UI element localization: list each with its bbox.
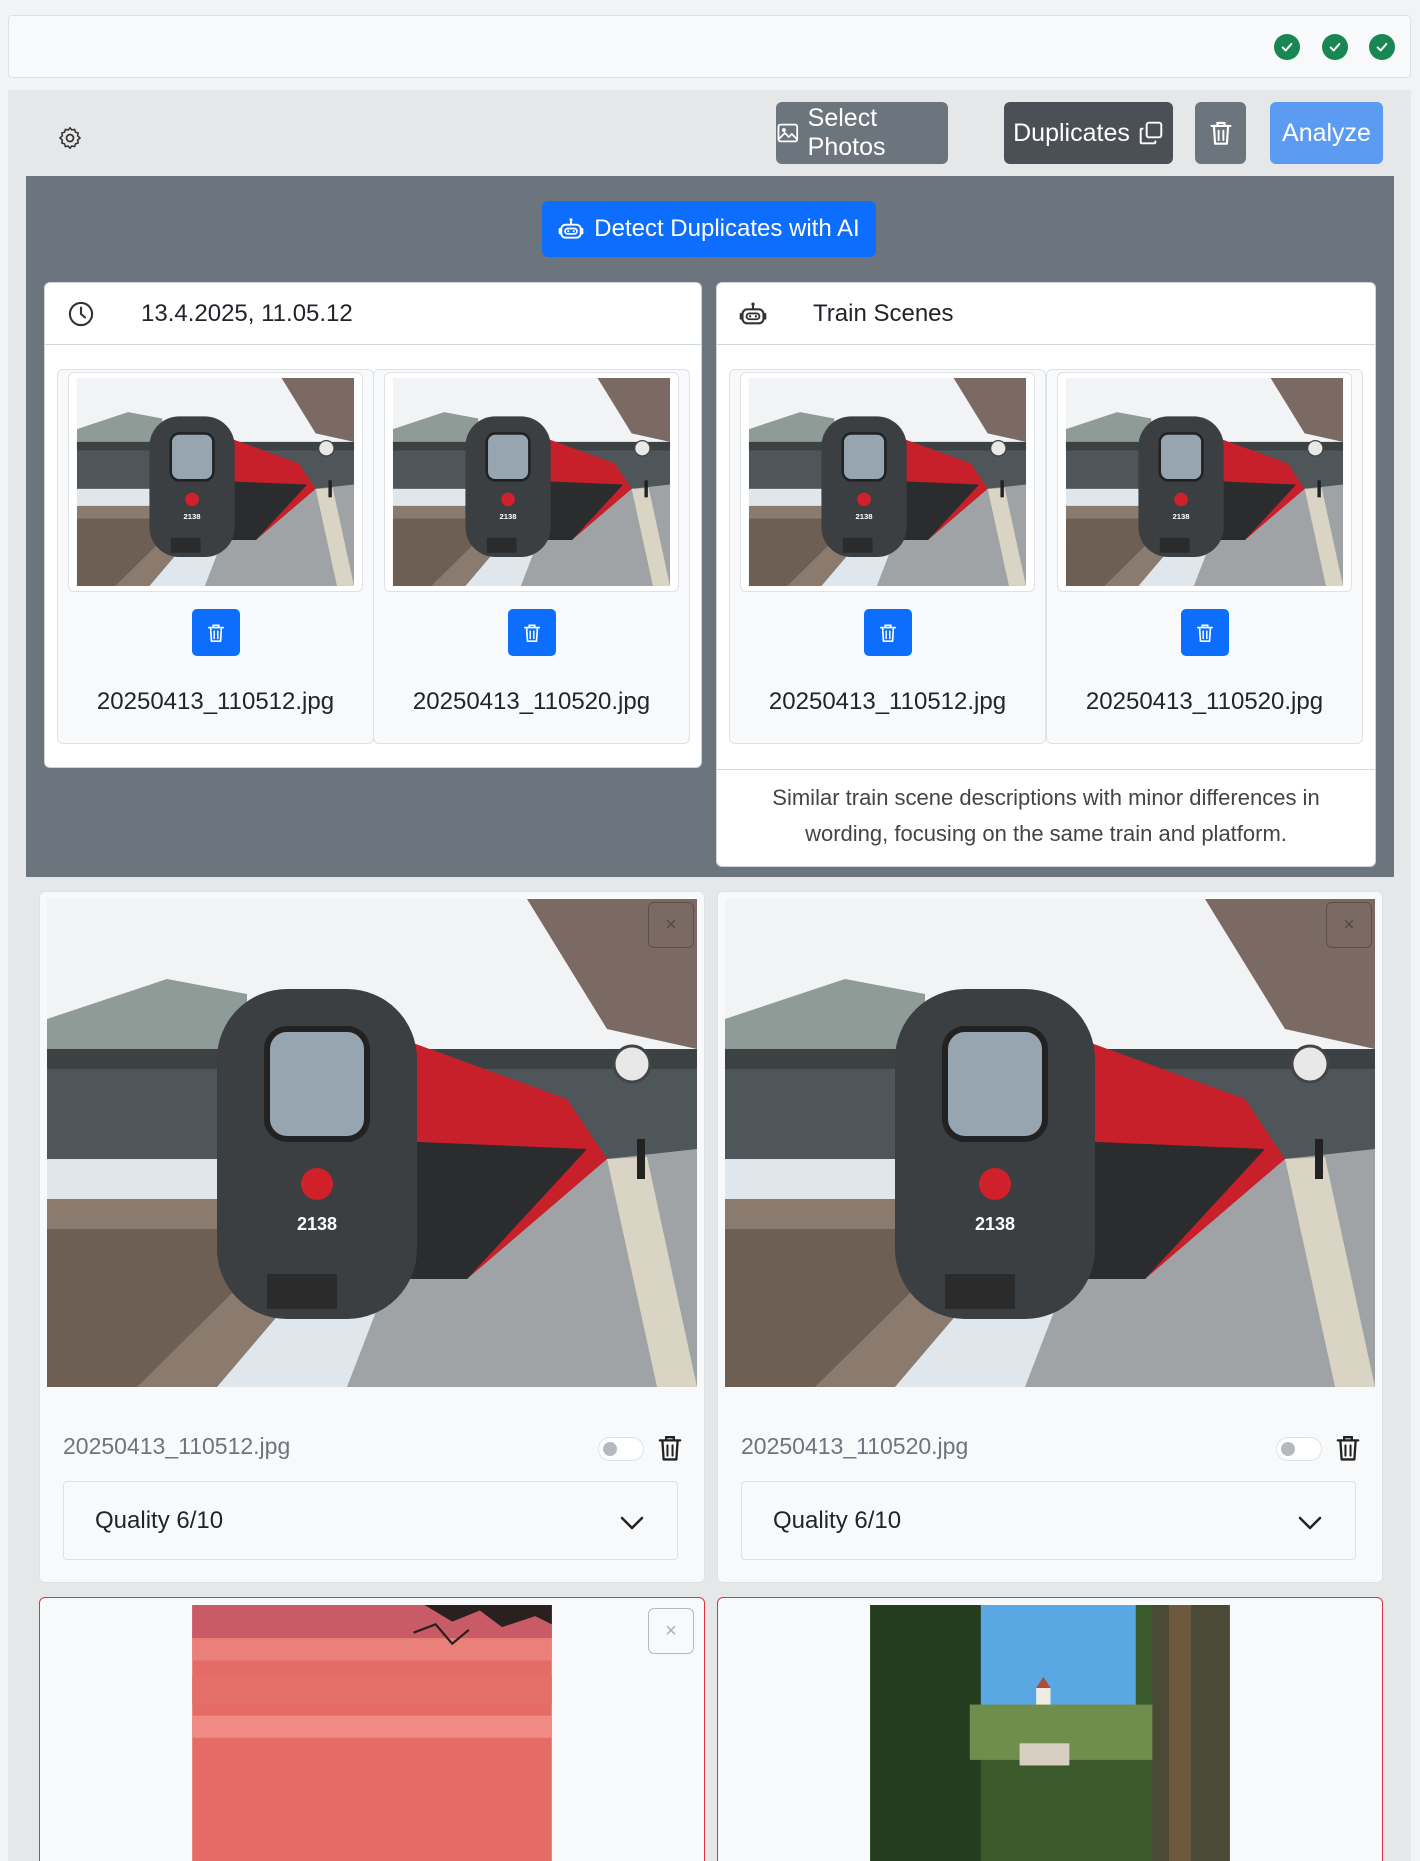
thumbnail-card: 20250413_110520.jpg bbox=[373, 369, 690, 744]
trash-icon bbox=[206, 623, 226, 643]
thumbnail-image[interactable] bbox=[384, 372, 679, 592]
delete-thumbnail-button[interactable] bbox=[508, 609, 556, 656]
quality-dropdown[interactable]: Quality 6/10 bbox=[741, 1481, 1356, 1560]
image-icon bbox=[776, 120, 800, 146]
thumbnail-filename: 20250413_110512.jpg bbox=[96, 688, 335, 715]
check-circle-icon bbox=[1369, 34, 1395, 60]
select-toggle[interactable] bbox=[1276, 1437, 1322, 1461]
duplicates-panel: Detect Duplicates with AI 13.4.2025, 11.… bbox=[26, 176, 1394, 877]
delete-thumbnail-button[interactable] bbox=[1181, 609, 1229, 656]
close-icon: × bbox=[665, 1619, 677, 1642]
photo-card bbox=[717, 1597, 1383, 1861]
detect-duplicates-button[interactable]: Detect Duplicates with AI bbox=[542, 201, 876, 257]
thumbnail-image[interactable] bbox=[740, 372, 1035, 592]
check-circle-icon bbox=[1322, 34, 1348, 60]
thumbnail-filename: 20250413_110520.jpg bbox=[1085, 688, 1324, 715]
delete-thumbnail-button[interactable] bbox=[192, 609, 240, 656]
duplicate-group-timestamp: 13.4.2025, 11.05.12 20250413_110512.jpg … bbox=[44, 282, 702, 768]
duplicate-group-ai: Train Scenes 20250413_110512.jpg 2025041… bbox=[716, 282, 1376, 867]
toggle-knob bbox=[1281, 1442, 1295, 1456]
trash-icon bbox=[1208, 120, 1234, 146]
thumbnail-image[interactable] bbox=[1057, 372, 1352, 592]
trash-icon bbox=[522, 623, 542, 643]
photo-image[interactable] bbox=[725, 1605, 1375, 1861]
close-button[interactable]: × bbox=[648, 902, 694, 948]
thumbnail-filename: 20250413_110520.jpg bbox=[412, 688, 651, 715]
duplicates-button[interactable]: Duplicates bbox=[1004, 102, 1173, 164]
close-icon: × bbox=[665, 913, 677, 936]
close-icon: × bbox=[1343, 913, 1355, 936]
select-photos-label: Select Photos bbox=[807, 104, 886, 161]
group-description: Similar train scene descriptions with mi… bbox=[717, 769, 1375, 866]
trash-icon[interactable] bbox=[657, 1434, 683, 1462]
photo-filename: 20250413_110520.jpg bbox=[741, 1433, 969, 1459]
workspace: Select Photos Duplicates Analyze Detect … bbox=[8, 90, 1411, 1861]
delete-thumbnail-button[interactable] bbox=[864, 609, 912, 656]
photo-image[interactable] bbox=[47, 1605, 697, 1861]
detect-duplicates-label: Detect Duplicates with AI bbox=[594, 215, 860, 242]
group-header: 13.4.2025, 11.05.12 bbox=[45, 283, 701, 345]
duplicates-label: Duplicates bbox=[1013, 118, 1130, 147]
robot-icon bbox=[558, 216, 584, 242]
copy-icon bbox=[1138, 120, 1164, 146]
toggle-knob bbox=[603, 1442, 617, 1456]
quality-value: Quality 6/10 bbox=[773, 1506, 902, 1534]
photo-filename: 20250413_110512.jpg bbox=[63, 1433, 291, 1459]
photo-image[interactable] bbox=[725, 899, 1375, 1387]
trash-icon bbox=[1195, 623, 1215, 643]
photo-card: × 20250413_110512.jpg Quality 6/10 bbox=[39, 891, 705, 1583]
thumbnail-card: 20250413_110512.jpg bbox=[729, 369, 1046, 744]
close-button[interactable]: × bbox=[648, 1608, 694, 1654]
trash-icon bbox=[878, 623, 898, 643]
group-title: Train Scenes bbox=[813, 299, 954, 327]
delete-all-button[interactable] bbox=[1195, 102, 1246, 164]
clock-icon bbox=[67, 300, 95, 328]
thumbnail-image[interactable] bbox=[68, 372, 363, 592]
group-title: 13.4.2025, 11.05.12 bbox=[141, 299, 353, 327]
quality-value: Quality 6/10 bbox=[95, 1506, 224, 1534]
status-bar bbox=[8, 15, 1411, 78]
thumbnail-card: 20250413_110520.jpg bbox=[1046, 369, 1363, 744]
select-photos-button[interactable]: Select Photos bbox=[776, 102, 948, 164]
quality-dropdown[interactable]: Quality 6/10 bbox=[63, 1481, 678, 1560]
photo-card: × 20250413_110520.jpg Quality 6/10 bbox=[717, 891, 1383, 1583]
trash-icon[interactable] bbox=[1335, 1434, 1361, 1462]
thumbnail-card: 20250413_110512.jpg bbox=[57, 369, 374, 744]
select-toggle[interactable] bbox=[598, 1437, 644, 1461]
chevron-down-icon bbox=[1295, 1508, 1325, 1538]
analyze-label: Analyze bbox=[1282, 118, 1371, 147]
settings-button[interactable] bbox=[48, 116, 92, 160]
chevron-down-icon bbox=[617, 1508, 647, 1538]
group-header: Train Scenes bbox=[717, 283, 1375, 345]
analyze-button[interactable]: Analyze bbox=[1270, 102, 1383, 164]
robot-icon bbox=[739, 300, 767, 328]
photo-image[interactable] bbox=[47, 899, 697, 1387]
thumbnail-filename: 20250413_110512.jpg bbox=[768, 688, 1007, 715]
close-button[interactable]: × bbox=[1326, 902, 1372, 948]
check-circle-icon bbox=[1274, 34, 1300, 60]
photo-card: × bbox=[39, 1597, 705, 1861]
gear-icon bbox=[57, 125, 83, 151]
